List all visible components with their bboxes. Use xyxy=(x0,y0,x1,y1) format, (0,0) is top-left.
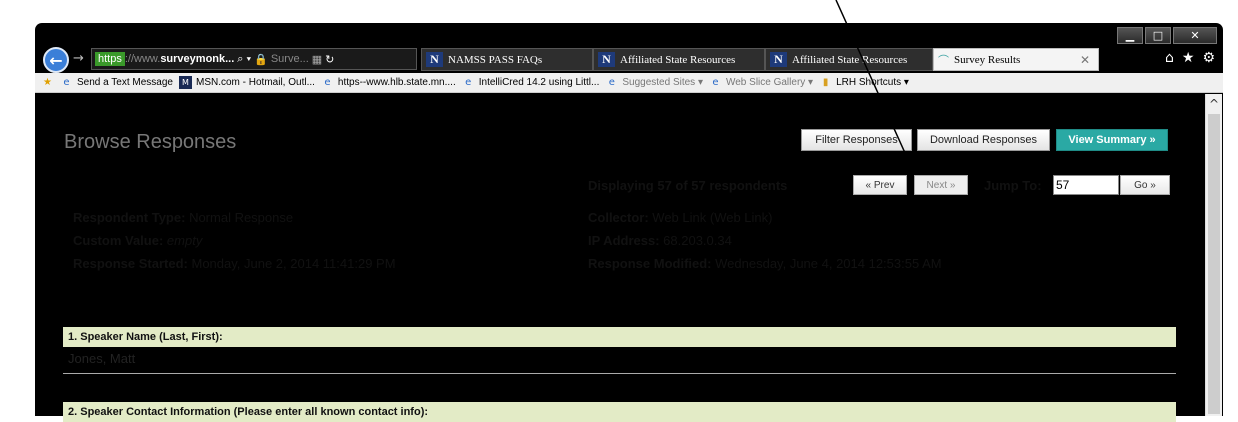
favorite-label: LRH Shortcuts ▾ xyxy=(836,77,909,88)
page-title: Browse Responses xyxy=(64,131,237,153)
respondent-type-value: Normal Response xyxy=(189,210,294,225)
tab-survey-results[interactable]: ⌒ Survey Results ✕ xyxy=(933,48,1099,71)
response-started-value: Monday, June 2, 2014 11:41:29 PM xyxy=(191,256,396,271)
gear-icon[interactable]: ⚙ xyxy=(1202,50,1215,66)
forward-arrow-icon: → xyxy=(73,51,84,66)
tab-affiliated-state-resources-1[interactable]: N Affiliated State Resources xyxy=(593,48,765,71)
scrollbar-thumb[interactable] xyxy=(1208,114,1220,414)
tab-affiliated-state-resources-2[interactable]: N Affiliated State Resources xyxy=(765,48,933,71)
n-site-icon: N xyxy=(426,52,443,67)
minimize-button[interactable]: ▁ xyxy=(1117,27,1143,44)
lock-icon[interactable]: 🔒 xyxy=(254,53,268,66)
tab-row: ← → https://www. surveymonk... ⌕ ▾ 🔒 Surv… xyxy=(35,45,1223,73)
tab-label: Affiliated State Resources xyxy=(792,53,908,66)
respondent-type: Respondent Type: Normal Response xyxy=(73,210,293,225)
custom-value-label: Custom Value: xyxy=(73,233,164,248)
favorite-label: Web Slice Gallery ▾ xyxy=(725,77,814,88)
next-button[interactable]: Next » xyxy=(914,175,968,195)
favorite-label: https--www.hlb.state.mn.... xyxy=(337,77,456,88)
tab-namss-pass-faqs[interactable]: N NAMSS PASS FAQs xyxy=(421,48,593,71)
address-host: surveymonk... xyxy=(160,53,235,65)
favorite-intellicred[interactable]: e IntelliCred 14.2 using Littl... xyxy=(462,76,600,89)
ie-page-icon: e xyxy=(465,77,472,88)
refresh-icon[interactable]: ↻ xyxy=(325,53,334,66)
ip-address-label: IP Address: xyxy=(588,233,660,248)
favorite-label: Send a Text Message xyxy=(77,77,173,88)
address-protocol: https xyxy=(95,52,125,66)
favorite-lrh-shortcuts[interactable]: ▮ LRH Shortcuts ▾ xyxy=(819,76,909,89)
favorite-msn[interactable]: M MSN.com - Hotmail, Outl... xyxy=(179,76,315,89)
ie-page-icon: e xyxy=(712,77,719,88)
scroll-up-icon[interactable]: ^ xyxy=(1209,97,1219,111)
compat-icon[interactable]: ▦ xyxy=(312,53,322,66)
address-bar[interactable]: https://www. surveymonk... ⌕ ▾ 🔒 Surve...… xyxy=(91,48,417,70)
favorite-hlb[interactable]: e https--www.hlb.state.mn.... xyxy=(321,76,456,89)
favorite-send-text[interactable]: e Send a Text Message xyxy=(60,76,173,89)
favorites-bar: ★ e Send a Text Message M MSN.com - Hotmai… xyxy=(35,73,1223,93)
download-responses-button[interactable]: Download Responses xyxy=(917,129,1050,151)
close-window-button[interactable]: ✕ xyxy=(1173,27,1217,44)
folder-icon: ▮ xyxy=(822,77,829,88)
response-started-label: Response Started: xyxy=(73,256,188,271)
back-arrow-icon: ← xyxy=(49,50,63,70)
address-site-name: Surve... xyxy=(270,53,309,65)
go-button[interactable]: Go » xyxy=(1120,175,1170,195)
custom-value-value: empty xyxy=(166,233,203,248)
question-2-header: 2. Speaker Contact Information (Please e… xyxy=(63,402,1176,422)
msn-icon: M xyxy=(179,76,192,89)
tab-label: Affiliated State Resources xyxy=(620,53,736,66)
answer-divider xyxy=(63,373,1176,374)
n-site-icon: N xyxy=(770,52,787,67)
toolbar-icons: ⌂ ★ ⚙ xyxy=(1165,50,1215,66)
question-1-answer: Jones, Matt xyxy=(68,351,136,366)
favorite-suggested-sites[interactable]: e Suggested Sites ▾ xyxy=(605,76,703,89)
favorite-label: MSN.com - Hotmail, Outl... xyxy=(196,77,315,88)
tab-label: NAMSS PASS FAQs xyxy=(448,53,543,66)
prev-button[interactable]: « Prev xyxy=(853,175,907,195)
home-icon[interactable]: ⌂ xyxy=(1165,50,1174,66)
search-icon[interactable]: ⌕ ▾ xyxy=(237,53,251,66)
respondent-type-label: Respondent Type: xyxy=(73,210,186,225)
close-tab-icon[interactable]: ✕ xyxy=(1080,53,1090,67)
collector-value: Web Link (Web Link) xyxy=(652,210,773,225)
favorites-add-icon[interactable]: ★ xyxy=(41,76,54,89)
window-controls: ▁ □ ✕ xyxy=(1117,27,1217,44)
displaying-count: Displaying 57 of 57 respondents xyxy=(588,178,788,193)
ie-page-icon: e xyxy=(324,77,331,88)
tab-label: Survey Results xyxy=(954,53,1021,66)
jump-to-label: Jump To: xyxy=(984,178,1042,193)
ip-address: IP Address: 68.203.0.34 xyxy=(588,233,732,248)
favorites-star-icon[interactable]: ★ xyxy=(1182,50,1195,66)
favorite-label: IntelliCred 14.2 using Littl... xyxy=(478,77,600,88)
view-summary-button[interactable]: View Summary » xyxy=(1056,129,1168,151)
ie-page-icon: e xyxy=(608,77,615,88)
address-www: ://www. xyxy=(124,53,161,65)
n-site-icon: N xyxy=(598,52,615,67)
surveymonkey-icon: ⌒ xyxy=(938,54,949,67)
ie-page-icon: e xyxy=(63,77,70,88)
response-modified: Response Modified: Wednesday, June 4, 20… xyxy=(588,256,942,271)
favorite-label: Suggested Sites ▾ xyxy=(622,77,703,88)
maximize-button[interactable]: □ xyxy=(1145,27,1171,44)
forward-button[interactable]: → xyxy=(73,51,84,66)
response-modified-value: Wednesday, June 4, 2014 12:53:55 AM xyxy=(715,256,942,271)
vertical-scrollbar[interactable]: ^ xyxy=(1205,94,1222,416)
response-modified-label: Response Modified: xyxy=(588,256,712,271)
ip-address-value: 68.203.0.34 xyxy=(663,233,732,248)
collector-label: Collector: xyxy=(588,210,649,225)
favorite-web-slice-gallery[interactable]: e Web Slice Gallery ▾ xyxy=(709,76,813,89)
question-1-header: 1. Speaker Name (Last, First): xyxy=(63,327,1176,347)
jump-to-input[interactable] xyxy=(1053,175,1119,195)
back-button[interactable]: ← xyxy=(43,47,69,73)
collector: Collector: Web Link (Web Link) xyxy=(588,210,772,225)
custom-value: Custom Value: empty xyxy=(73,233,202,248)
filter-responses-button[interactable]: Filter Responses xyxy=(801,129,912,151)
response-started: Response Started: Monday, June 2, 2014 1… xyxy=(73,256,396,271)
